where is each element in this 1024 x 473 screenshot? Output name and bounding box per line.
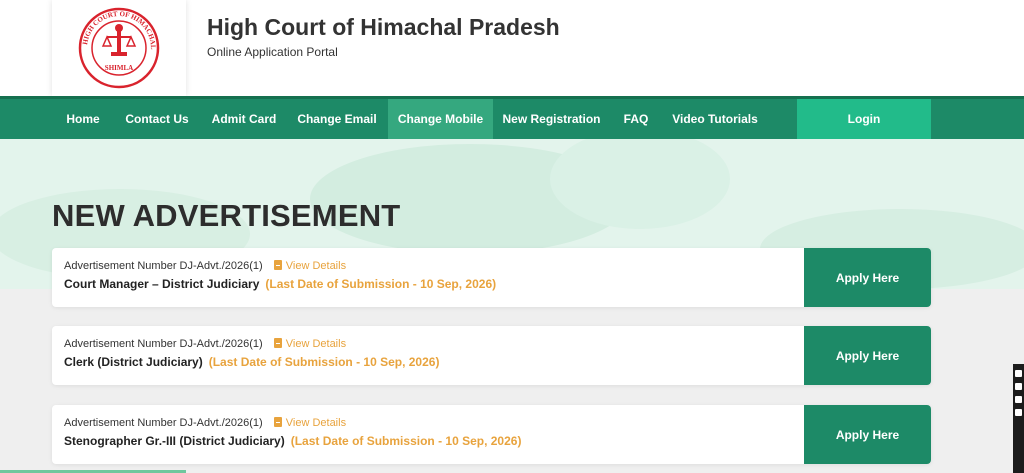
nav-new-registration[interactable]: New Registration [500,99,603,139]
file-icon [273,417,282,427]
submission-deadline: (Last Date of Submission - 10 Sep, 2026) [290,434,522,448]
advertisement-number: Advertisement Number DJ-Advt./2026(1) [64,338,263,350]
submission-deadline: (Last Date of Submission - 10 Sep, 2026) [265,277,497,291]
apply-here-button[interactable]: Apply Here [804,405,931,464]
logo[interactable]: HIGH COURT OF HIMACHAL PRADESH SHIMLA [52,0,186,96]
advertisement-card: Advertisement Number DJ-Advt./2026(1) Vi… [52,248,931,307]
apply-here-button[interactable]: Apply Here [804,326,931,385]
post-name: Clerk (District Judiciary) [64,355,203,369]
main-nav: Home Contact Us Admit Card Change Email … [0,96,1024,139]
view-details-link[interactable]: View Details [273,338,347,350]
post-name: Court Manager – District Judiciary [64,277,260,291]
advertisement-number-line: Advertisement Number DJ-Advt./2026(1) Vi… [64,417,346,429]
nav-admit-card[interactable]: Admit Card [204,99,284,139]
advertisement-number: Advertisement Number DJ-Advt./2026(1) [64,260,263,272]
nav-change-mobile[interactable]: Change Mobile [388,99,493,139]
nav-change-email[interactable]: Change Email [292,99,382,139]
page-title: NEW ADVERTISEMENT [52,198,401,233]
post-name: Stenographer Gr.-III (District Judiciary… [64,434,285,448]
view-details-label: View Details [285,260,347,272]
advertisement-number: Advertisement Number DJ-Advt./2026(1) [64,417,263,429]
post-line: Clerk (District Judiciary) (Last Date of … [64,355,439,369]
camera-icon[interactable] [1015,383,1022,390]
apply-here-button[interactable]: Apply Here [804,248,931,307]
floating-toolbar[interactable] [1013,364,1024,473]
microphone-icon[interactable] [1015,409,1022,416]
advertisement-number-line: Advertisement Number DJ-Advt./2026(1) Vi… [64,260,346,272]
nav-home[interactable]: Home [52,99,114,139]
login-button[interactable]: Login [797,99,931,139]
high-court-emblem-icon: HIGH COURT OF HIMACHAL PRADESH SHIMLA [77,6,160,89]
advertisement-card: Advertisement Number DJ-Advt./2026(1) Vi… [52,405,931,464]
post-line: Stenographer Gr.-III (District Judiciary… [64,434,521,448]
advertisement-card: Advertisement Number DJ-Advt./2026(1) Vi… [52,326,931,385]
post-line: Court Manager – District Judiciary (Last … [64,277,496,291]
file-icon [273,338,282,348]
site-subtitle: Online Application Portal [207,45,338,59]
square-icon[interactable] [1015,396,1022,403]
advertisement-number-line: Advertisement Number DJ-Advt./2026(1) Vi… [64,338,346,350]
nav-video-tutorials[interactable]: Video Tutorials [668,99,762,139]
view-details-link[interactable]: View Details [273,417,347,429]
view-details-label: View Details [285,338,347,350]
view-details-label: View Details [285,417,347,429]
site-title: High Court of Himachal Pradesh [207,14,560,40]
nav-faq[interactable]: FAQ [612,99,660,139]
submission-deadline: (Last Date of Submission - 10 Sep, 2026) [208,355,440,369]
view-details-link[interactable]: View Details [273,260,347,272]
link-icon[interactable] [1015,370,1022,377]
nav-contact-us[interactable]: Contact Us [118,99,196,139]
file-icon [273,260,282,270]
site-header: HIGH COURT OF HIMACHAL PRADESH SHIMLA Hi… [0,0,1024,96]
svg-text:SHIMLA: SHIMLA [105,64,133,72]
